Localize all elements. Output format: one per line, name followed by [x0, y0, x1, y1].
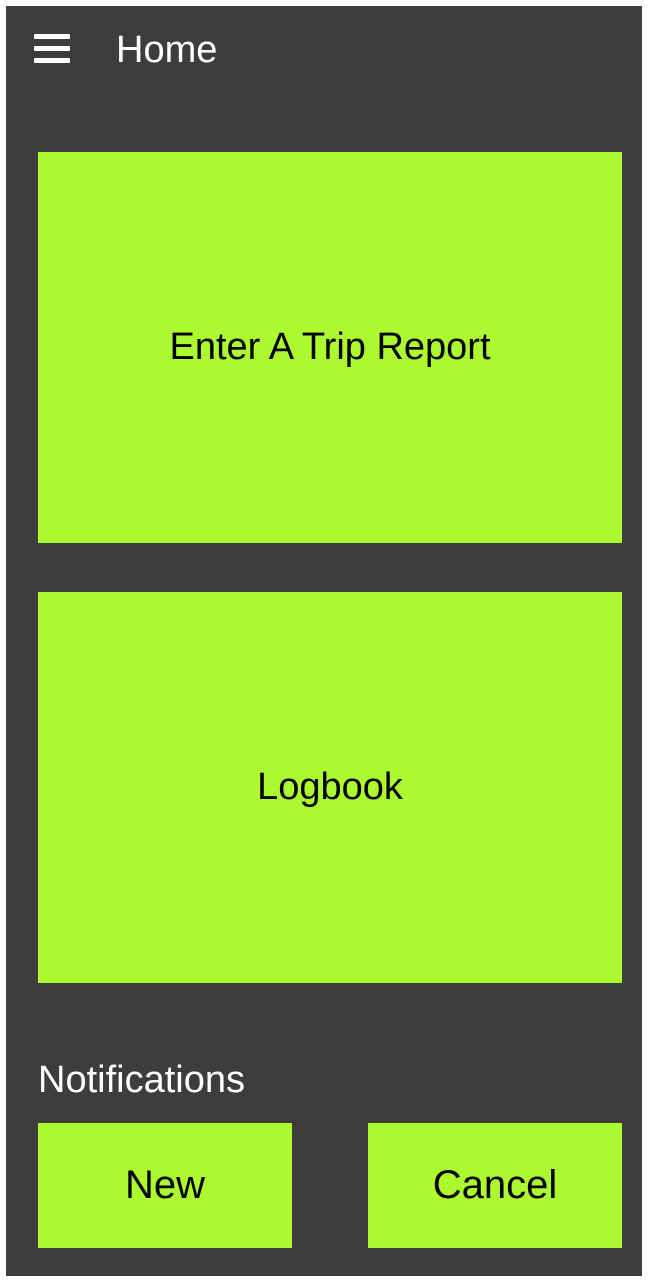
logbook-button[interactable]: Logbook: [38, 592, 622, 983]
notifications-heading: Notifications: [38, 1059, 245, 1101]
enter-trip-report-label: Enter A Trip Report: [169, 326, 491, 368]
notifications-new-button[interactable]: New: [38, 1123, 292, 1248]
page-title: Home: [116, 29, 218, 71]
logbook-label: Logbook: [257, 766, 403, 808]
home-screen: Home Enter A Trip Report Logbook Notific…: [6, 6, 642, 1276]
notifications-new-label: New: [124, 1163, 206, 1207]
notifications-cancel-button[interactable]: Cancel: [368, 1123, 622, 1248]
notifications-cancel-label: Cancel: [432, 1163, 558, 1207]
hamburger-menu-icon-graphic: [34, 34, 70, 63]
enter-trip-report-button[interactable]: Enter A Trip Report: [38, 152, 622, 543]
hamburger-menu-icon[interactable]: [32, 30, 72, 70]
app-bar: Home: [6, 6, 642, 98]
